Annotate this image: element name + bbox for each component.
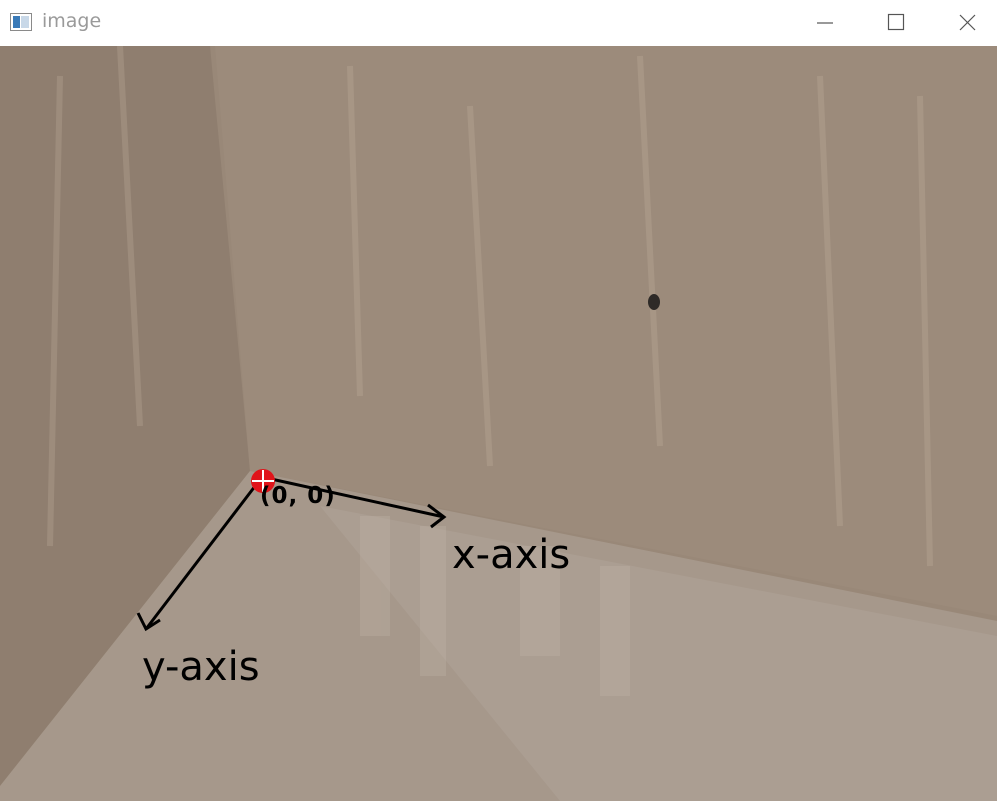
image-canvas[interactable]: (0, 0) x-axis y-axis: [0, 46, 997, 801]
origin-label: (0, 0): [260, 483, 336, 509]
image-window-icon: [10, 13, 32, 31]
title-bar[interactable]: image: [0, 0, 997, 46]
close-button[interactable]: [930, 0, 997, 46]
image-window: image (0, 0) x-axis y-axis: [0, 0, 997, 801]
y-axis-label: y-axis: [142, 644, 260, 690]
minimize-button[interactable]: [790, 0, 860, 46]
maximize-icon: [887, 13, 905, 31]
minimize-icon: [817, 22, 833, 24]
wall-hole: [648, 294, 660, 310]
close-icon: [959, 14, 976, 31]
window-title: image: [42, 10, 102, 32]
x-axis-label: x-axis: [452, 532, 571, 578]
maximize-button[interactable]: [860, 0, 930, 46]
